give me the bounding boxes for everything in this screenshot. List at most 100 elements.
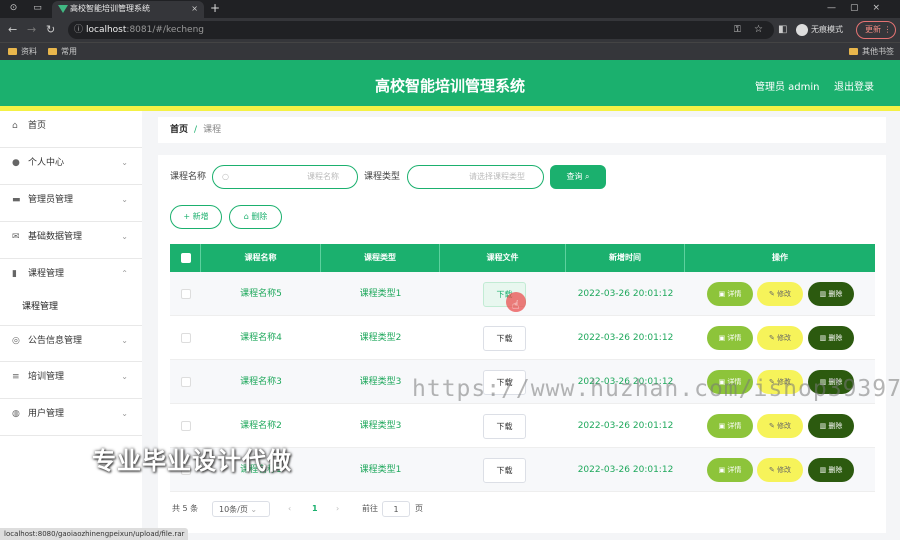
edit-label: 修改 [777,466,792,474]
logout-link[interactable]: 退出登录 [834,78,874,93]
page-number-current[interactable]: 1 [312,501,318,517]
prev-page-icon[interactable]: ‹ [288,501,291,517]
breadcrumb-current: 课程 [203,125,222,135]
url-port: :8081 [126,25,153,35]
url-host: localhost [86,25,127,35]
vue-logo-icon [58,5,68,13]
row-checkbox[interactable] [181,333,191,343]
update-button[interactable]: 更新 ⋮ [856,21,896,39]
col-actions: 操作 [772,253,788,262]
pencil-icon: ✎ [768,422,775,430]
sidebar-item-notices[interactable]: ◎ 公告信息管理 ⌄ [0,325,142,362]
close-tab-icon[interactable]: × [191,1,198,17]
site-info-icon[interactable]: ⓘ [74,21,83,39]
next-page-icon[interactable]: › [336,501,339,517]
detail-button[interactable]: ▣ 详情 [707,458,753,482]
window-controls[interactable]: —▢× [827,0,894,17]
course-type-select[interactable]: 请选择课程类型 [407,165,544,189]
other-bookmarks-label: 其他书签 [862,47,894,56]
select-all-checkbox[interactable] [181,253,191,263]
cell-course-type: 课程类型2 [359,333,402,343]
download-button[interactable]: 下载 [483,326,526,351]
query-button[interactable]: 查询 ⌕ [550,165,606,189]
bookmark-folder-1[interactable]: 资料 [8,43,37,60]
sidepanel-icon[interactable]: ◧ [778,23,787,37]
delete-label: 删除 [828,334,843,342]
sidebar-item-profile[interactable]: ● 个人中心 ⌄ [0,148,142,185]
row-checkbox[interactable] [181,289,191,299]
cell-course-type: 课程类型1 [359,465,402,475]
app-header: 高校智能培训管理系统 管理员 admin 退出登录 [0,60,900,110]
sidebar-item-label: 管理员管理 [28,195,74,205]
delete-button[interactable]: ▥ 删除 [808,326,854,350]
sidebar-subitem-course-manage[interactable]: 课程管理 [0,289,142,325]
bookmark-folder-2[interactable]: 常用 [48,43,77,60]
chevron-down-icon: ⌄ [121,372,128,381]
row-checkbox[interactable] [181,421,191,431]
back-icon[interactable]: ← [8,23,17,37]
download-button[interactable]: 下载 [483,458,526,483]
star-icon[interactable]: ☆ [754,23,763,37]
edit-label: 修改 [777,334,792,342]
batch-delete-button[interactable]: ⌂ 删除 [229,205,282,229]
update-label: 更新 [865,25,881,34]
status-link-preview: localhost:8080/gaoiaozhinengpeixun/uploa… [0,528,189,540]
tab-strip-icon[interactable]: ▭ [32,3,43,14]
browser-menu-icon[interactable]: ⊙ [8,3,19,14]
sidebar-item-base-data[interactable]: ✉ 基础数据管理 ⌄ [0,222,142,259]
edit-button[interactable]: ✎ 修改 [757,326,803,350]
cell-created-time: 2022-03-26 20:01:12 [577,289,674,299]
cell-course-name: 课程名称5 [240,289,282,299]
add-button[interactable]: + 新增 [170,205,222,229]
search-icon: ○ [222,172,229,181]
delete-label: 删除 [828,290,843,298]
sidebar-item-home[interactable]: ⌂ 首页 [0,111,142,148]
breadcrumb-home[interactable]: 首页 [170,125,188,135]
edit-button[interactable]: ✎ 修改 [757,414,803,438]
address-bar: ← → ↻ ⓘ localhost:8081/#/kecheng ⚿ ☆ ◧ 无… [0,18,900,42]
delete-button[interactable]: ▥ 删除 [808,458,854,482]
row-checkbox[interactable] [181,377,191,387]
detail-icon: ▣ [718,334,726,342]
page-size-select[interactable]: 10条/页 ⌄ [212,501,270,517]
key-icon[interactable]: ⚿ [734,23,741,37]
folder-icon [849,48,858,55]
goto-page-input[interactable]: 1 [382,501,410,517]
cell-course-name: 课程名称4 [240,333,282,343]
detail-button[interactable]: ▣ 详情 [707,282,753,306]
incognito-indicator[interactable]: 无痕模式 [796,21,846,39]
hand-cursor-icon: ☝ [512,298,520,312]
detail-button[interactable]: ▣ 详情 [707,414,753,438]
detail-button[interactable]: ▣ 详情 [707,326,753,350]
edit-button[interactable]: ✎ 修改 [757,458,803,482]
forward-icon[interactable]: → [27,23,36,37]
trash-icon: ⌂ [243,212,249,221]
monitor-icon: ▬ [12,195,21,205]
new-tab-icon[interactable]: + [210,0,220,17]
pencil-icon: ✎ [768,334,775,342]
bookmarks-bar: 资料 常用 其他书签 [0,42,900,60]
browser-tab[interactable]: 高校智能培训管理系统 × [52,1,204,18]
col-course-type: 课程类型 [321,244,440,272]
course-type-label: 课程类型 [364,172,401,182]
add-label: 新增 [192,212,209,221]
url-input[interactable]: ⓘ localhost:8081/#/kecheng [68,21,774,39]
download-button[interactable]: 下载 [483,414,526,439]
delete-button[interactable]: ▥ 删除 [808,414,854,438]
delete-button[interactable]: ▥ 删除 [808,282,854,306]
plus-icon: + [183,212,191,221]
overlay-caption: 专业毕业设计代做 [92,447,292,475]
sidebar-item-label: 基础数据管理 [28,232,83,242]
sidebar-item-admins[interactable]: ▬ 管理员管理 ⌄ [0,185,142,222]
folder-icon [48,48,57,55]
sidebar-item-label: 公告信息管理 [28,336,83,346]
sidebar-item-training[interactable]: ≡ 培训管理 ⌄ [0,362,142,399]
course-name-input[interactable]: ○ 课程名称 [212,165,358,189]
edit-button[interactable]: ✎ 修改 [757,282,803,306]
other-bookmarks[interactable]: 其他书签 [849,43,894,60]
sidebar-item-users[interactable]: ◍ 用户管理 ⌄ [0,399,142,436]
edit-label: 修改 [777,290,792,298]
table-header: 课程名称 课程类型 课程文件 新增时间 操作 [170,244,875,272]
cell-course-type: 课程类型1 [359,289,402,299]
reload-icon[interactable]: ↻ [46,23,55,37]
